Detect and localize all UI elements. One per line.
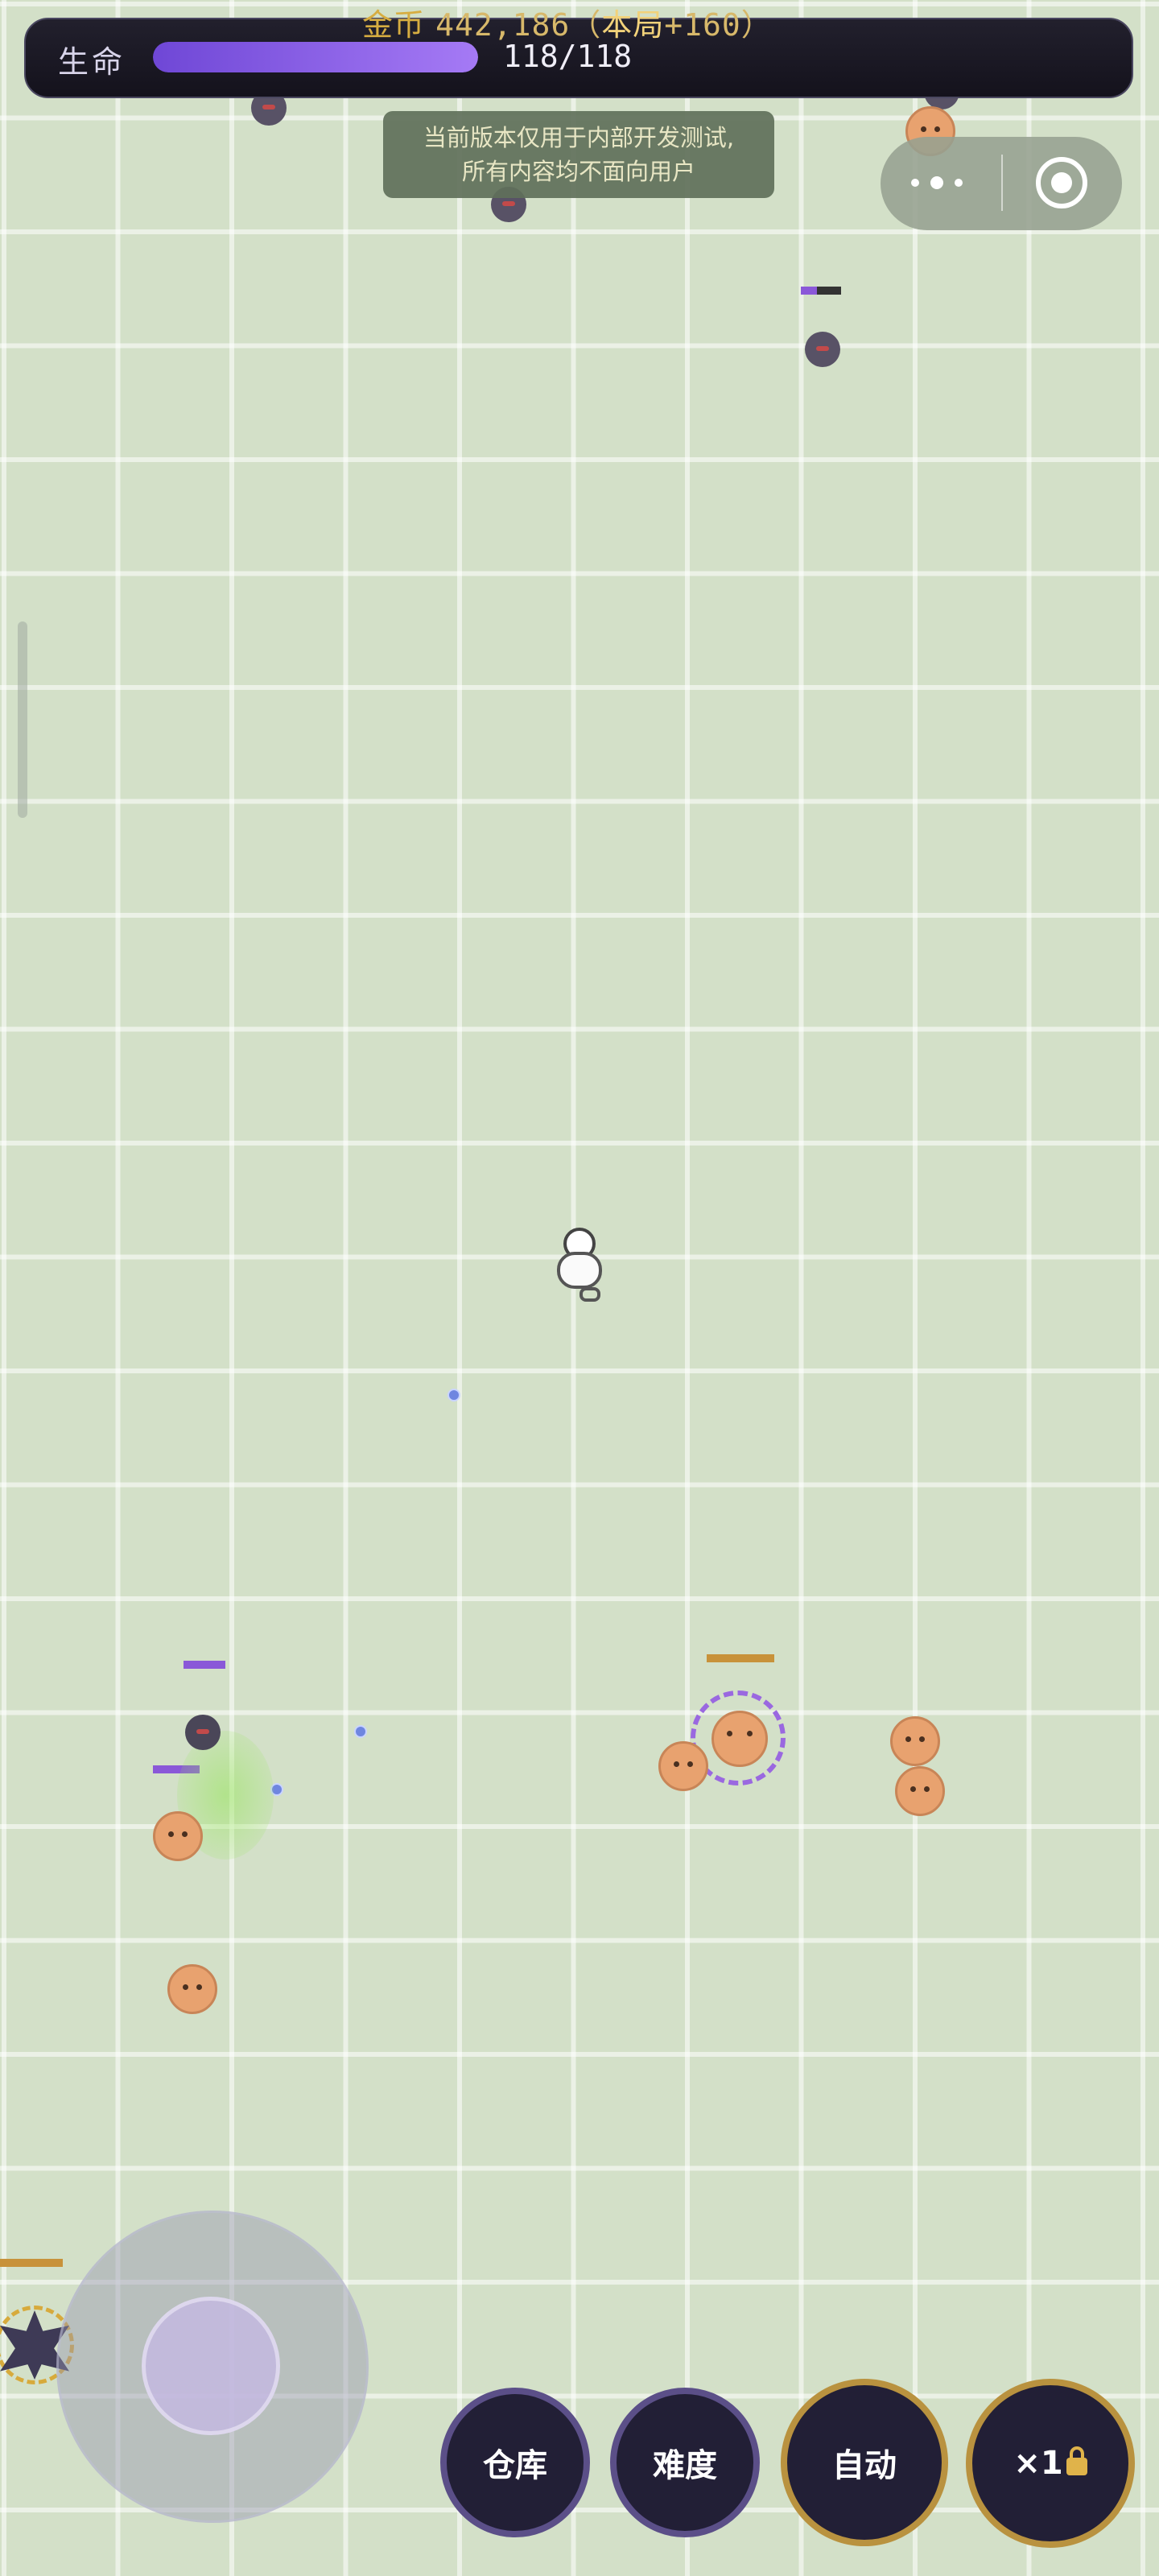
hp-label: 生命 [58,44,126,80]
lock-icon [1066,2446,1087,2475]
enemy-blob [153,1811,203,1861]
enemy-blob [895,1766,945,1816]
difficulty-button[interactable]: 难度 [610,2388,760,2537]
xp-gem [354,1725,367,1738]
hp-bar [153,42,478,72]
dev-notice: 当前版本仅用于内部开发测试, 所有内容均不面向用户 [383,111,774,198]
more-dots-icon[interactable] [908,161,974,206]
dev-notice-line2: 所有内容均不面向用户 [461,158,695,185]
capsule-divider [1001,155,1003,211]
enemy-bat [185,1715,221,1750]
enemy-shadow [805,332,840,367]
gold-label: 金币 [362,7,426,43]
elite-hp-bar [707,1654,774,1662]
gold-value: 442,186 [435,7,571,43]
boss-hp-bar [0,2259,63,2267]
round-open: （ [570,7,602,43]
elite-enemy [711,1711,768,1767]
speed-label: ×1 [1013,2445,1063,2482]
enemy-blob [167,1964,217,2014]
gold-counter: 金币 442,186（本局+160） [362,0,773,44]
warehouse-button[interactable]: 仓库 [440,2388,590,2537]
dev-notice-line1: 当前版本仅用于内部开发测试, [423,124,735,151]
enemy-blob [658,1741,708,1791]
player-character [547,1228,613,1308]
hp-value: 118/118 [503,39,633,74]
joystick-knob[interactable] [142,2297,280,2435]
enemy-blob [890,1716,940,1766]
side-handle[interactable] [18,621,27,818]
round-label: 本局 [601,7,665,43]
speed-button[interactable]: ×1 [966,2379,1135,2548]
enemy-hp-bar [184,1661,225,1669]
auto-button[interactable]: 自动 [781,2379,948,2546]
target-circle-icon[interactable] [1036,157,1087,208]
hp-bar-fill [153,42,478,72]
enemy-hp-bar [801,287,841,295]
xp-gem [448,1389,460,1402]
round-gold: +160） [664,7,773,43]
